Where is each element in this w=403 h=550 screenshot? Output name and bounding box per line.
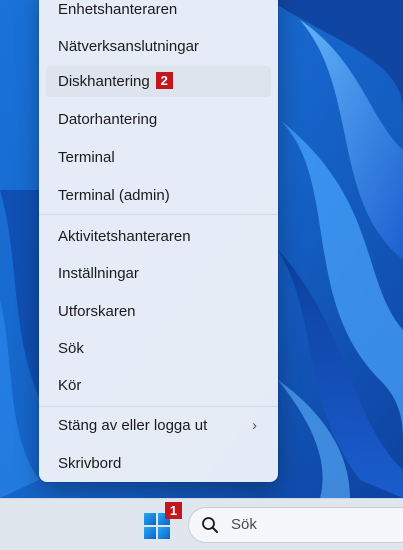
menu-item-label: Terminal (admin) — [58, 187, 170, 204]
menu-item-label: Kör — [58, 377, 82, 394]
menu-item-skrivbord[interactable]: Skrivbord — [46, 448, 271, 479]
menu-item-label: Datorhantering — [58, 111, 158, 128]
menu-item-datorhantering[interactable]: Datorhantering — [46, 104, 271, 135]
search-box[interactable]: Sök — [188, 507, 403, 543]
step-badge: 2 — [155, 72, 173, 89]
menu-item-label: Aktivitetshanteraren — [58, 228, 191, 245]
menu-item-utforskaren[interactable]: Utforskaren — [46, 296, 271, 327]
menu-item-natverksanslutningar[interactable]: Nätverksanslutningar — [46, 31, 271, 62]
menu-separator — [39, 406, 278, 407]
menu-item-aktivitetshanteraren[interactable]: Aktivitetshanteraren — [46, 221, 271, 252]
menu-item-label: Terminal — [58, 149, 115, 166]
search-icon — [202, 517, 218, 533]
menu-item-label: Utforskaren — [58, 303, 136, 320]
menu-item-diskhantering[interactable]: Diskhantering 2 — [46, 66, 271, 97]
menu-item-terminal-admin[interactable]: Terminal (admin) — [46, 180, 271, 211]
chevron-right-icon: › — [252, 417, 257, 434]
menu-item-label: Sök — [58, 340, 84, 357]
menu-item-enhetshanteraren[interactable]: Enhetshanteraren — [46, 0, 271, 25]
menu-item-installningar[interactable]: Inställningar — [46, 258, 271, 289]
search-placeholder: Sök — [231, 516, 257, 533]
step-badge: 1 — [165, 502, 182, 519]
menu-separator — [39, 214, 278, 215]
menu-item-sok[interactable]: Sök — [46, 333, 271, 364]
menu-item-terminal[interactable]: Terminal — [46, 142, 271, 173]
menu-item-kor[interactable]: Kör — [46, 370, 271, 401]
menu-item-label: Skrivbord — [58, 455, 122, 472]
menu-item-label: Nätverksanslutningar — [58, 38, 199, 55]
desktop: Enhetshanteraren Nätverksanslutningar Di… — [0, 0, 403, 550]
menu-item-stang-av[interactable]: Stäng av eller logga ut › — [46, 410, 271, 441]
menu-item-label: Stäng av eller logga ut — [58, 417, 208, 434]
menu-item-label: Enhetshanteraren — [58, 1, 178, 18]
taskbar: 1 Sök — [0, 498, 403, 550]
menu-item-label: Diskhantering 2 — [58, 66, 173, 97]
menu-item-text: Diskhantering — [58, 73, 150, 90]
quick-link-menu: Enhetshanteraren Nätverksanslutningar Di… — [39, 0, 278, 482]
menu-item-label: Inställningar — [58, 265, 139, 282]
